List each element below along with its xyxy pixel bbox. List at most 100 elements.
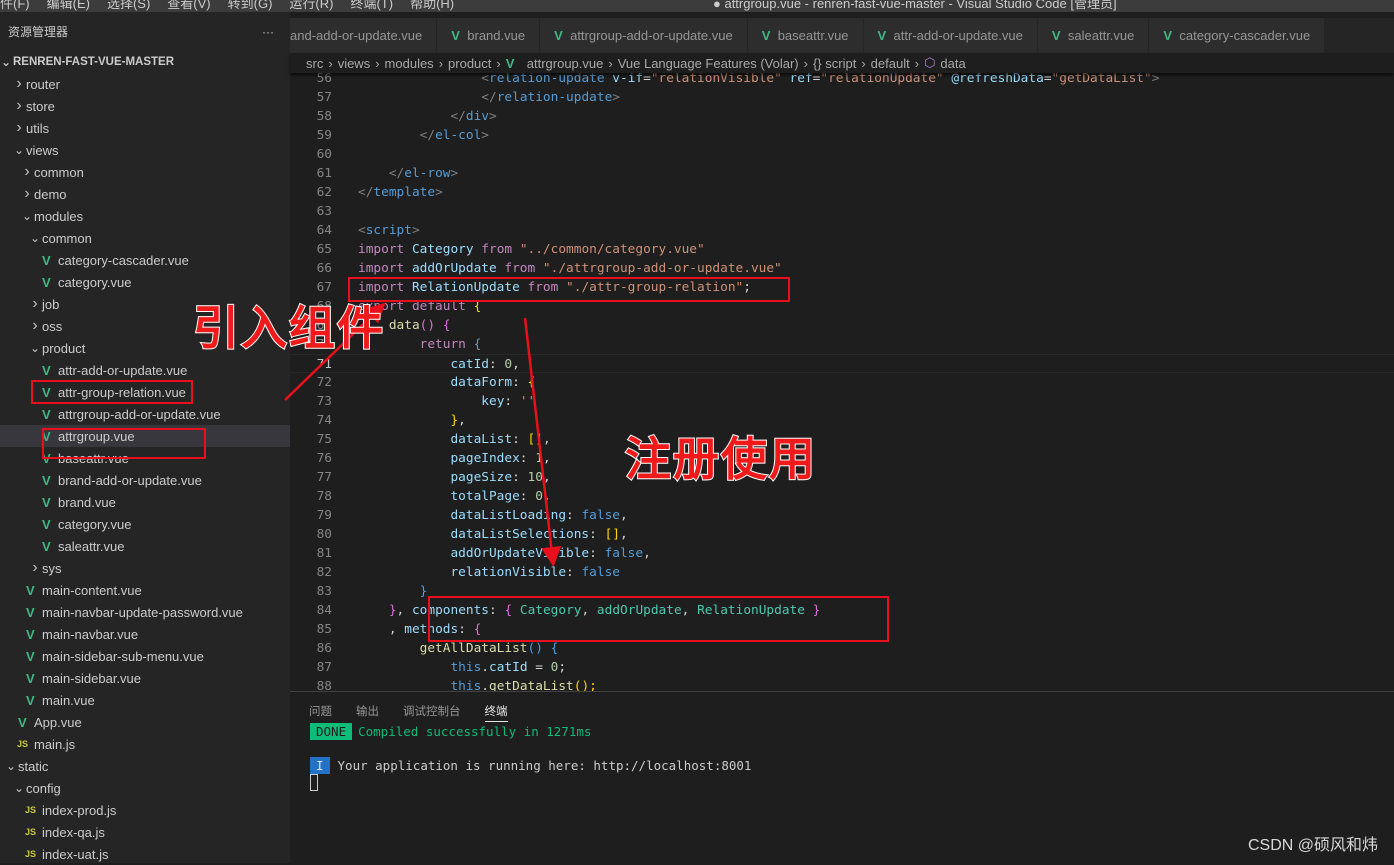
menu-item[interactable]: 件(F) xyxy=(0,0,30,12)
line-number: 78 xyxy=(316,489,332,504)
tree-item-label: main-sidebar-sub-menu.vue xyxy=(42,648,204,664)
tree-item[interactable]: Vmain-sidebar-sub-menu.vue xyxy=(0,645,290,667)
vue-file-icon: V xyxy=(1051,28,1061,43)
tree-item[interactable]: › store xyxy=(0,95,290,117)
line-code: relationVisible: false xyxy=(358,563,620,582)
code-line: 75 dataList: [], xyxy=(290,430,1394,449)
line-number: 75 xyxy=(316,432,332,447)
code-line: 63 xyxy=(290,202,1394,221)
code-token: () xyxy=(419,318,443,333)
breadcrumb-item[interactable]: views xyxy=(338,56,371,71)
tree-item-label: main.js xyxy=(34,736,76,752)
breadcrumb-item[interactable]: attrgroup.vue xyxy=(527,56,604,71)
chevron-down-icon: ⌄ xyxy=(29,231,41,245)
tree-item[interactable]: Vsaleattr.vue xyxy=(0,535,290,557)
code-line: 80 dataListSelections: [], xyxy=(290,525,1394,544)
code-token: </ xyxy=(358,185,374,200)
editor-tab[interactable]: Vsaleattr.vue xyxy=(1037,18,1150,53)
code-line: 74 }, xyxy=(290,411,1394,430)
tree-item[interactable]: JS index-uat.js xyxy=(0,843,290,865)
code-token: , xyxy=(542,451,551,466)
code-token: addOrUpdateVisible xyxy=(450,546,590,561)
code-token: , xyxy=(619,508,628,523)
tree-item-label: main-navbar.vue xyxy=(42,626,139,642)
tree-item[interactable]: ⌄ views xyxy=(0,139,290,161)
tree-item[interactable]: ⌄ common xyxy=(0,227,290,249)
workspace-root[interactable]: ⌄ RENREN-FAST-VUE-MASTER xyxy=(0,51,290,73)
annotation-import: 引入组件 xyxy=(192,301,385,355)
menu-item[interactable]: 帮助(H) xyxy=(410,0,454,12)
breadcrumb-item[interactable]: modules xyxy=(385,56,434,71)
line-number: 80 xyxy=(316,527,332,542)
editor-tab[interactable]: Vattrgroup-add-or-update.vue xyxy=(540,18,748,53)
line-number: 74 xyxy=(316,413,332,428)
vue-file-icon: V xyxy=(451,28,460,43)
tree-item[interactable]: Vattr-add-or-update.vue xyxy=(0,359,290,381)
tree-item-label: sys xyxy=(42,560,62,576)
breadcrumb-item[interactable]: src xyxy=(306,56,323,71)
tree-item[interactable]: Vmain.vue xyxy=(0,689,290,711)
code-token: dataForm xyxy=(450,375,513,390)
breadcrumb-item[interactable]: Vue Language Features (Volar) xyxy=(618,56,799,71)
tree-item[interactable]: › utils xyxy=(0,117,290,139)
panel-tab[interactable]: 终端 xyxy=(484,700,508,722)
more-actions-button[interactable]: ··· xyxy=(262,25,274,39)
editor-tab[interactable]: Vbrand.vue xyxy=(437,18,541,53)
tree-item[interactable]: Vcategory.vue xyxy=(0,271,290,293)
menu-item[interactable]: 选择(S) xyxy=(107,0,150,12)
line-code: addOrUpdateVisible: false, xyxy=(358,544,650,563)
chevron-right-icon: › xyxy=(803,55,808,71)
line-number: 83 xyxy=(316,584,332,599)
breadcrumb-item[interactable]: data xyxy=(940,56,965,71)
editor-tab[interactable]: Vattr-add-or-update.vue xyxy=(863,18,1038,53)
vue-file-icon: V xyxy=(877,28,887,43)
tree-item[interactable]: Vbrand.vue xyxy=(0,491,290,513)
chevron-down-icon: ⌄ xyxy=(5,759,17,773)
running-url-text: Your application is running here: http:/… xyxy=(337,758,752,773)
tree-item[interactable]: Vmain-navbar-update-password.vue xyxy=(0,601,290,623)
tree-item[interactable]: JS index-qa.js xyxy=(0,821,290,843)
breadcrumb-item[interactable]: {} script xyxy=(813,56,856,71)
editor-tab[interactable]: and-add-or-update.vue xyxy=(290,18,438,53)
code-line: 88 this.getDataList(); xyxy=(290,677,1394,691)
code-token: script xyxy=(365,223,412,238)
chevron-right-icon: › xyxy=(375,55,380,71)
code-token: } xyxy=(388,603,397,618)
code-token: } xyxy=(419,584,428,599)
code-token: "../common/category.vue" xyxy=(519,242,705,257)
tree-item[interactable]: › common xyxy=(0,161,290,183)
code-token: import xyxy=(358,242,412,257)
tree-item[interactable]: ⌄ config xyxy=(0,777,290,799)
chevron-right-icon: › xyxy=(16,119,22,136)
code-token: { xyxy=(550,641,559,656)
tree-item[interactable]: ⌄ static xyxy=(0,755,290,777)
tree-item[interactable]: Vmain-content.vue xyxy=(0,579,290,601)
code-line: 72 dataForm: { xyxy=(290,373,1394,392)
tree-item[interactable]: Vbrand-add-or-update.vue xyxy=(0,469,290,491)
tree-item[interactable]: JS main.js xyxy=(0,733,290,755)
tree-item[interactable]: › router xyxy=(0,73,290,95)
tree-item[interactable]: Vattrgroup-add-or-update.vue xyxy=(0,403,290,425)
breadcrumb-item[interactable]: default xyxy=(871,56,910,71)
terminal[interactable]: DONE Compiled successfully in 1271ms I You… xyxy=(290,723,1394,791)
menu-item[interactable]: 查看(V) xyxy=(167,0,210,12)
breadcrumb-item[interactable]: product xyxy=(448,56,491,71)
tree-item[interactable]: Vcategory-cascader.vue xyxy=(0,249,290,271)
editor-tabs: and-add-or-update.vue Vbrand.vue Vattrgrou… xyxy=(290,18,1394,53)
tree-item[interactable]: JS index-prod.js xyxy=(0,799,290,821)
tree-item[interactable]: Vmain-sidebar.vue xyxy=(0,667,290,689)
editor-tab[interactable]: Vcategory-cascader.vue xyxy=(1149,18,1326,53)
menu-item[interactable]: 转到(G) xyxy=(228,0,273,12)
tree-item[interactable]: ⌄ modules xyxy=(0,205,290,227)
menu-item[interactable]: 编辑(E) xyxy=(47,0,90,12)
highlight-relation-file xyxy=(31,380,193,404)
tree-item[interactable]: Vcategory.vue xyxy=(0,513,290,535)
tree-item[interactable]: V App.vue xyxy=(0,711,290,733)
tree-item[interactable]: › sys xyxy=(0,557,290,579)
tree-item[interactable]: Vmain-navbar.vue xyxy=(0,623,290,645)
editor-tab[interactable]: Vbaseattr.vue xyxy=(747,18,864,53)
tree-item[interactable]: › demo xyxy=(0,183,290,205)
menu-item[interactable]: 终端(T) xyxy=(350,0,393,12)
line-code: import addOrUpdate from "./attrgroup-add… xyxy=(358,259,782,278)
menu-item[interactable]: 运行(R) xyxy=(289,0,333,12)
